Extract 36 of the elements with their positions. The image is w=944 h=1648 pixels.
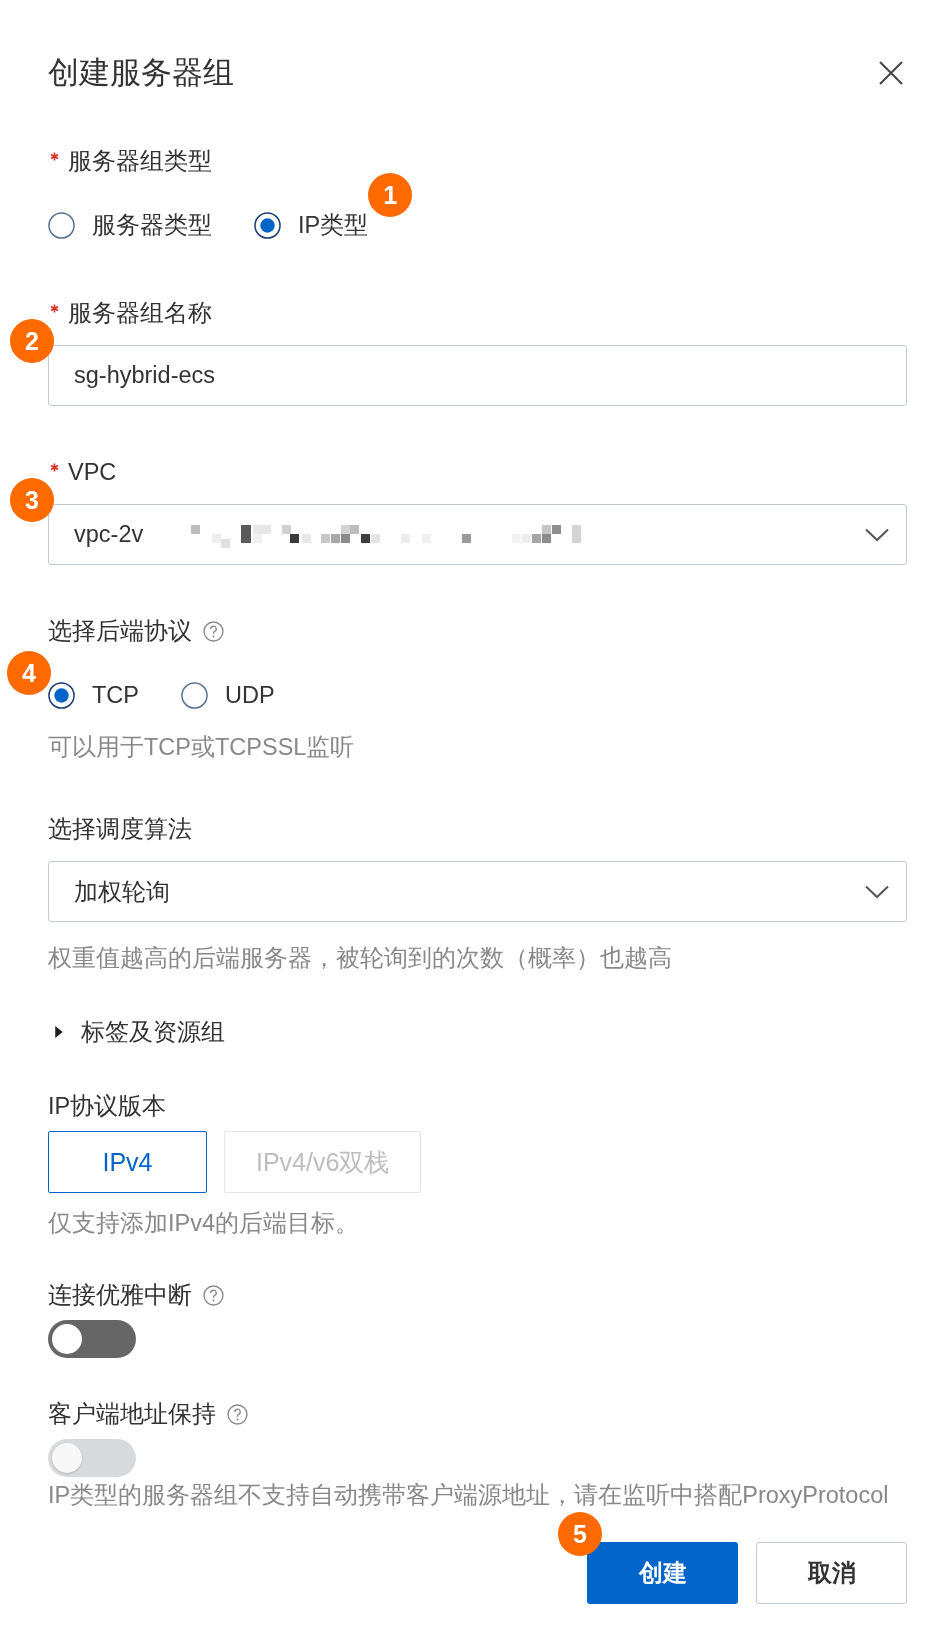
step-badge: 4 [7, 651, 51, 695]
select-field[interactable]: vpc-2v [48, 504, 907, 565]
radio-option[interactable]: 服务器类型 [48, 209, 212, 241]
field-hint: 仅支持添加IPv4的后端目标。 [48, 1209, 361, 1238]
chevron-down-icon [865, 884, 889, 899]
field-label: 选择调度算法 [48, 815, 192, 844]
segment-option[interactable]: IPv4 [48, 1131, 207, 1193]
create-button[interactable]: 创建 [587, 1542, 738, 1604]
collapse-toggle[interactable]: 标签及资源组 [53, 1016, 225, 1048]
field-label: 连接优雅中断 [48, 1281, 192, 1310]
step-badge: 3 [10, 478, 54, 522]
field-hint: IP类型的服务器组不支持自动携带客户端源地址，请在监听中搭配ProxyProtocol [48, 1483, 890, 1507]
field-label: 客户端地址保持 [48, 1400, 216, 1429]
help-icon[interactable] [203, 620, 224, 642]
step-badge: 1 [368, 173, 413, 217]
help-icon[interactable] [203, 1284, 224, 1306]
select-field[interactable]: 加权轮询 [48, 861, 907, 922]
field-hint: 可以用于TCP或TCPSSL监听 [48, 733, 356, 762]
radio-option[interactable]: UDP [181, 679, 275, 711]
field-label: 服务器组类型 [68, 147, 212, 176]
cancel-button[interactable]: 取消 [756, 1542, 907, 1604]
radio-option[interactable]: IP类型 [254, 209, 369, 241]
field-label: VPC [68, 458, 117, 487]
toggle-switch[interactable] [48, 1320, 136, 1358]
radio-option[interactable]: TCP [48, 679, 139, 711]
step-badge: 5 [558, 1512, 602, 1556]
close-icon [878, 60, 904, 86]
field-label: 选择后端协议 [48, 617, 192, 646]
dialog-title: 创建服务器组 [48, 54, 234, 92]
text-input[interactable]: sg-hybrid-ecs [48, 345, 907, 406]
step-badge: 2 [10, 319, 54, 363]
close-button[interactable] [878, 60, 904, 86]
chevron-down-icon [865, 527, 889, 542]
field-label: IP协议版本 [48, 1092, 167, 1121]
field-hint: 权重值越高的后端服务器，被轮询到的次数（概率）也越高 [48, 944, 673, 973]
field-label: 服务器组名称 [68, 299, 212, 328]
